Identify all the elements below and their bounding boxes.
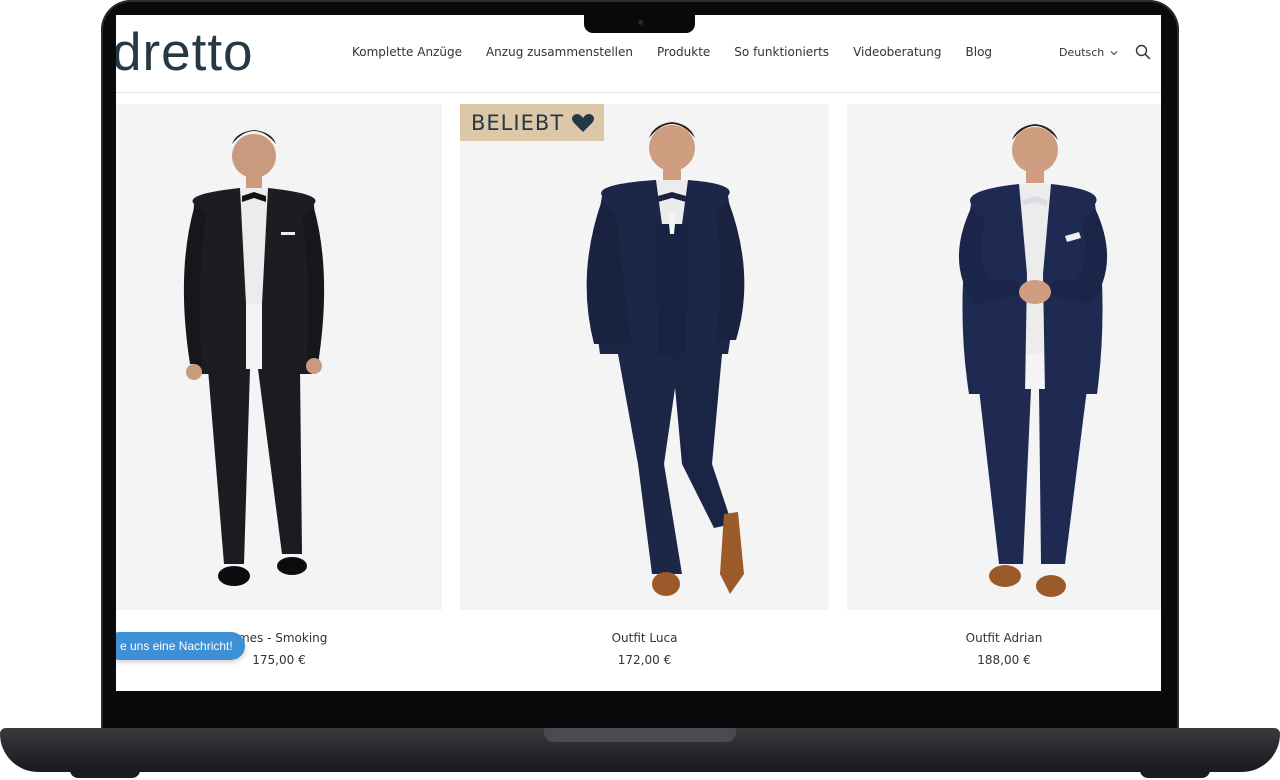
- product-image: [586, 122, 745, 596]
- language-label: Deutsch: [1059, 46, 1105, 59]
- nav-item-produkte[interactable]: Produkte: [657, 45, 710, 59]
- main-nav: Komplette Anzüge Anzug zusammenstellen P…: [352, 45, 1016, 59]
- language-selector[interactable]: Deutsch: [1059, 46, 1118, 59]
- laptop-hinge-groove: [544, 728, 736, 742]
- badge-beliebt: BELIEBT: [460, 104, 605, 141]
- chevron-down-icon: [1110, 50, 1118, 55]
- heart-icon: [572, 113, 595, 132]
- camera-notch: [584, 13, 695, 33]
- product-name[interactable]: Outfit Luca: [460, 631, 829, 645]
- product-name[interactable]: Outfit Adrian: [847, 631, 1161, 645]
- search-icon[interactable]: [1135, 44, 1151, 60]
- browser-screen: dretto Komplette Anzüge Anzug zusammenst…: [116, 15, 1161, 691]
- laptop-foot-left: [70, 770, 140, 778]
- badge-label: BELIEBT: [471, 110, 565, 135]
- product-price: 188,00 €: [977, 653, 1031, 667]
- nav-item-so-funktionierts[interactable]: So funktionierts: [734, 45, 829, 59]
- nav-item-videoberatung[interactable]: Videoberatung: [853, 45, 941, 59]
- nav-item-blog[interactable]: Blog: [966, 45, 993, 59]
- product-image: [958, 124, 1108, 597]
- product-card-adrian[interactable]: [847, 104, 1161, 610]
- product-price: 172,00 €: [617, 653, 672, 667]
- nav-item-anzug-zusammenstellen[interactable]: Anzug zusammenstellen: [486, 45, 633, 59]
- brand-logo[interactable]: dretto: [116, 21, 254, 85]
- chat-widget-button[interactable]: e uns eine Nachricht!: [116, 632, 245, 660]
- camera-icon: [638, 20, 643, 25]
- product-image: [183, 130, 325, 586]
- nav-item-komplette-anzuege[interactable]: Komplette Anzüge: [352, 45, 462, 59]
- product-card-james[interactable]: [116, 104, 442, 610]
- product-card-luca[interactable]: BELIEBT: [460, 104, 829, 610]
- laptop-foot-right: [1140, 770, 1210, 778]
